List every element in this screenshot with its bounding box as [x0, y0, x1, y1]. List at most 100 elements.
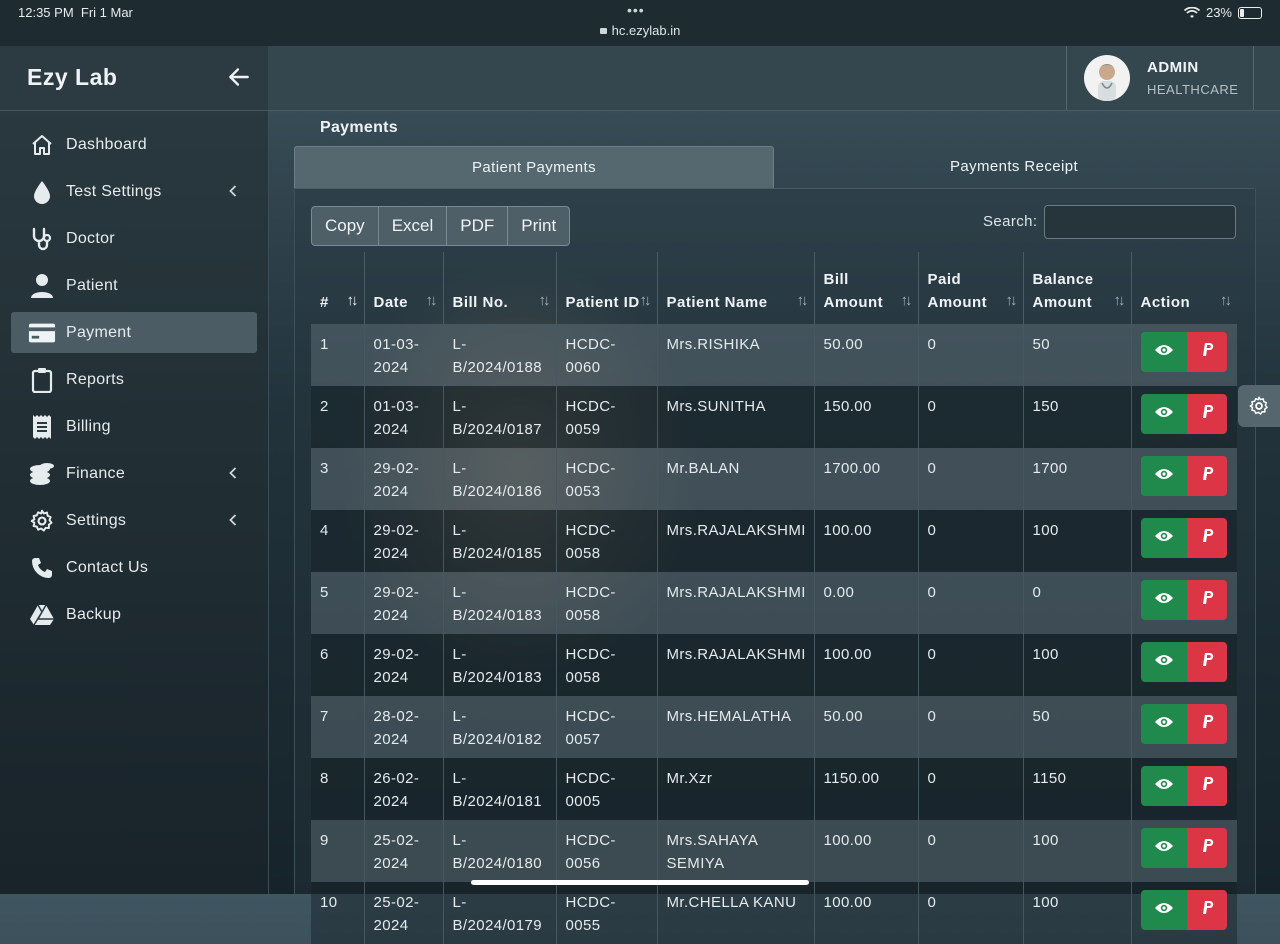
copy-button[interactable]: Copy — [312, 207, 379, 245]
view-button[interactable] — [1140, 828, 1187, 868]
back-arrow-icon[interactable] — [226, 64, 252, 90]
pdf-button[interactable]: PDF — [447, 207, 509, 245]
address-bar[interactable]: hc.ezylab.in — [0, 23, 1280, 38]
sort-icon: ↑↓ — [900, 292, 913, 309]
cell-date: 29-02-2024 — [364, 510, 444, 572]
top-header: ADMIN HEALTHCARE — [268, 46, 1280, 111]
sidebar-item-payment[interactable]: Payment — [11, 312, 257, 353]
search-input[interactable] — [1044, 205, 1236, 239]
pay-button[interactable] — [1186, 332, 1227, 372]
cell-paid: 0 — [918, 510, 1024, 572]
cell-bill: L-B/2024/0183 — [443, 572, 557, 634]
sidebar-item-doctor[interactable]: Doctor — [11, 218, 257, 259]
sidebar-item-test-settings[interactable]: Test Settings — [11, 171, 257, 212]
pay-button[interactable] — [1186, 828, 1227, 868]
pay-button[interactable] — [1186, 518, 1227, 558]
cell-bill-amt: 1700.00 — [814, 448, 919, 510]
sidebar-item-billing[interactable]: Billing — [11, 406, 257, 447]
cell-bill-amt: 100.00 — [814, 882, 919, 944]
sidebar-item-dashboard[interactable]: Dashboard — [11, 124, 257, 165]
chevron-left-icon[interactable] — [229, 184, 239, 198]
cell-bill-amt: 100.00 — [814, 634, 919, 696]
tab-payments-receipt[interactable]: Payments Receipt — [774, 146, 1254, 187]
view-button[interactable] — [1140, 518, 1187, 558]
lock-icon — [599, 28, 607, 34]
sort-icon: ↑↓ — [346, 292, 359, 309]
sort-icon: ↑↓ — [796, 292, 809, 309]
eye-icon — [1154, 527, 1174, 550]
eye-icon — [1154, 775, 1174, 798]
col-header-patient-id[interactable]: Patient ID ↑↓ — [556, 252, 658, 324]
col-header-bill-amount[interactable]: Bill Amount ↑↓ — [814, 252, 919, 324]
view-button[interactable] — [1140, 704, 1187, 744]
pay-button[interactable] — [1186, 456, 1227, 496]
sidebar-item-patient[interactable]: Patient — [11, 265, 257, 306]
home-icon — [28, 131, 56, 159]
sidebar-item-finance[interactable]: Finance — [11, 453, 257, 494]
cell-bill: L-B/2024/0187 — [443, 386, 557, 448]
view-button[interactable] — [1140, 642, 1187, 682]
sidebar-item-settings[interactable]: Settings — [11, 500, 257, 541]
pay-button[interactable] — [1186, 704, 1227, 744]
excel-button[interactable]: Excel — [379, 207, 448, 245]
pay-button[interactable] — [1186, 394, 1227, 434]
export-buttons: Copy Excel PDF Print — [311, 206, 571, 246]
payment-tabs: Patient Payments Payments Receipt — [294, 146, 1254, 189]
pay-button[interactable] — [1186, 580, 1227, 620]
cell-balance: 100 — [1023, 820, 1132, 882]
sort-icon: ↑↓ — [1220, 292, 1232, 309]
cell-balance: 100 — [1023, 634, 1132, 696]
col-header-number[interactable]: # ↑↓ — [311, 252, 365, 324]
view-button[interactable] — [1140, 394, 1187, 434]
cell-date: 01-03-2024 — [364, 324, 444, 386]
view-button[interactable] — [1140, 456, 1187, 496]
settings-float-button[interactable] — [1238, 385, 1280, 427]
pay-button[interactable] — [1186, 890, 1227, 930]
sidebar-item-contact-us[interactable]: Contact Us — [11, 547, 257, 588]
pay-button[interactable] — [1186, 766, 1227, 806]
cell-paid: 0 — [918, 882, 1024, 944]
brand-logo-text: Ezy Lab — [27, 64, 118, 90]
chevron-left-icon[interactable] — [229, 466, 239, 480]
sort-icon: ↑↓ — [1005, 292, 1018, 309]
cell-paid: 0 — [918, 758, 1024, 820]
view-button[interactable] — [1140, 332, 1187, 372]
sidebar-item-label: Reports — [66, 370, 125, 388]
cell-bill: L-B/2024/0180 — [443, 820, 557, 882]
eye-icon — [1154, 403, 1174, 426]
cell-bill-amt: 0.00 — [814, 572, 919, 634]
sidebar-item-reports[interactable]: Reports — [11, 359, 257, 400]
view-button[interactable] — [1140, 766, 1187, 806]
user-profile[interactable]: ADMIN HEALTHCARE — [1066, 46, 1254, 110]
sort-icon: ↑↓ — [639, 292, 652, 309]
paypal-icon — [1200, 589, 1214, 612]
sidebar-item-backup[interactable]: Backup — [11, 594, 257, 635]
view-button[interactable] — [1140, 890, 1187, 930]
cell-action — [1131, 882, 1237, 944]
chevron-left-icon[interactable] — [229, 513, 239, 527]
tab-patient-payments[interactable]: Patient Payments — [294, 146, 774, 188]
status-time: 12:35 PM Fri 1 Mar — [18, 5, 133, 20]
cell-balance: 100 — [1023, 882, 1132, 944]
cell-date: 25-02-2024 — [364, 820, 444, 882]
table-row: 4 29-02-2024 L-B/2024/0185 HCDC-0058 Mrs.RAJ… — [311, 510, 1237, 572]
cell-action — [1131, 510, 1237, 572]
col-header-paid-amount[interactable]: Paid Amount ↑↓ — [918, 252, 1024, 324]
sidebar-item-label: Contact Us — [66, 558, 149, 576]
col-header-date[interactable]: Date ↑↓ — [364, 252, 444, 324]
col-header-balance-amount[interactable]: Balance Amount ↑↓ — [1023, 252, 1132, 324]
print-button[interactable]: Print — [508, 207, 569, 245]
table-row: 6 29-02-2024 L-B/2024/0183 HCDC-0058 Mrs.RAJ… — [311, 634, 1237, 696]
cell-date: 29-02-2024 — [364, 634, 444, 696]
paypal-icon — [1200, 899, 1214, 922]
browser-menu-dots[interactable]: ••• — [627, 2, 645, 18]
col-header-action[interactable]: Action ↑↓ — [1131, 252, 1237, 324]
home-indicator[interactable] — [471, 880, 809, 885]
col-header-bill-no[interactable]: Bill No. ↑↓ — [443, 252, 557, 324]
pay-button[interactable] — [1186, 642, 1227, 682]
battery-percent: 23% — [1205, 5, 1232, 20]
table-row: 10 25-02-2024 L-B/2024/0179 HCDC-0055 Mr.CHE… — [311, 882, 1237, 944]
gear-icon — [1249, 396, 1268, 415]
view-button[interactable] — [1140, 580, 1187, 620]
col-header-patient-name[interactable]: Patient Name ↑↓ — [657, 252, 815, 324]
